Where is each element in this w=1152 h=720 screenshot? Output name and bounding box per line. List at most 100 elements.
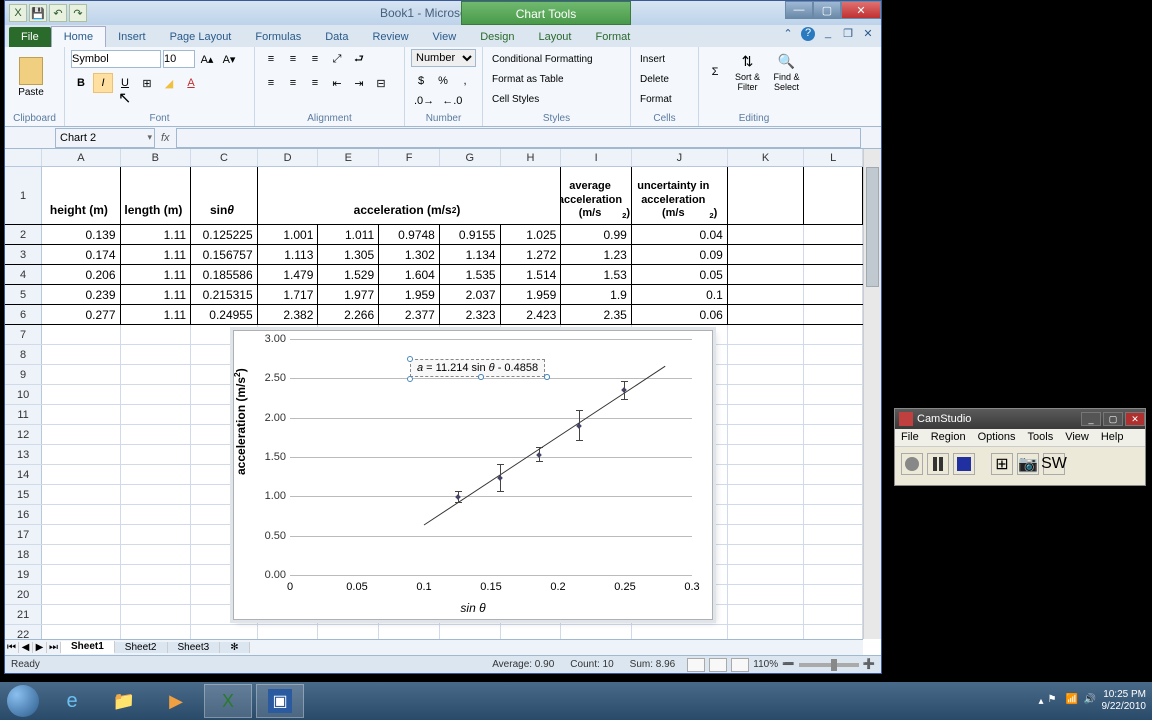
autosum-icon[interactable]: Σ [705,62,725,82]
taskbar-ie-icon[interactable]: e [48,684,96,718]
empty-cell[interactable] [804,325,863,344]
chart-trendline-label[interactable]: a = 11.214 sin θ - 0.4858 [410,359,545,377]
cs-menu-file[interactable]: File [895,429,925,446]
shrink-font-icon[interactable]: A▾ [219,49,239,69]
col-header[interactable]: E [318,149,379,166]
decrease-decimal-icon[interactable]: ←.0 [439,91,465,111]
data-cell[interactable]: 0.04 [632,225,728,244]
col-header[interactable]: F [379,149,440,166]
font-name-select[interactable] [71,50,161,68]
data-cell[interactable]: 1.113 [258,245,319,264]
row-header[interactable]: 22 [5,625,42,639]
data-cell[interactable]: 1.302 [379,245,440,264]
empty-cell[interactable] [42,405,120,424]
empty-cell[interactable] [728,565,804,584]
border-button[interactable]: ⊞ [137,73,157,93]
data-cell[interactable]: 1.959 [501,285,562,304]
zoom-in-icon[interactable]: ➕ [863,659,875,670]
empty-cell[interactable] [42,445,120,464]
align-middle-icon[interactable]: ≡ [283,49,303,69]
empty-cell[interactable] [728,385,804,404]
sheet-tab[interactable]: Sheet1 [61,641,115,654]
data-cell[interactable]: 0.156757 [191,245,258,264]
percent-icon[interactable]: % [433,71,453,91]
empty-cell[interactable] [42,605,120,624]
data-cell[interactable]: 1.134 [440,245,501,264]
empty-cell[interactable] [804,525,863,544]
select-all-corner[interactable] [5,149,42,166]
tab-view[interactable]: View [421,27,469,47]
undo-icon[interactable]: ↶ [49,4,67,22]
tab-insert[interactable]: Insert [106,27,158,47]
increase-decimal-icon[interactable]: .0→ [411,91,437,111]
number-format-select[interactable]: Number [411,49,476,67]
empty-cell[interactable] [121,425,192,444]
comma-icon[interactable]: , [455,71,475,91]
row-header[interactable]: 16 [5,505,42,524]
empty-cell[interactable] [121,545,192,564]
tray-icon[interactable]: ⚑ [1048,694,1062,708]
zoom-slider[interactable] [799,663,859,667]
increase-indent-icon[interactable]: ⇥ [349,73,369,93]
empty-cell[interactable] [804,385,863,404]
data-cell[interactable]: 0.9748 [379,225,440,244]
empty-cell[interactable] [804,605,863,624]
italic-button[interactable]: I [93,73,113,93]
grow-font-icon[interactable]: A▴ [197,49,217,69]
format-as-table-button[interactable]: Format as Table [489,69,624,89]
data-cell[interactable]: 1.11 [121,265,192,284]
empty-cell[interactable] [728,345,804,364]
tab-format[interactable]: Format [583,27,642,47]
empty-cell[interactable] [121,565,192,584]
empty-cell[interactable] [728,525,804,544]
view-page-layout-icon[interactable] [709,658,727,672]
row-header[interactable]: 10 [5,385,42,404]
row-header[interactable]: 9 [5,365,42,384]
data-cell[interactable]: 0.9155 [440,225,501,244]
col-header[interactable]: J [632,149,728,166]
header-cell[interactable]: uncertainty inacceleration(m/s2) [632,167,728,224]
row-header[interactable]: 17 [5,525,42,544]
align-left-icon[interactable]: ≡ [261,73,281,93]
empty-cell[interactable] [804,625,863,639]
bold-button[interactable]: B [71,73,91,93]
row-header[interactable]: 2 [5,225,42,244]
cs-menu-help[interactable]: Help [1095,429,1130,446]
sheet-tab[interactable]: Sheet3 [168,642,221,653]
empty-cell[interactable] [121,605,192,624]
cs-close-button[interactable]: ✕ [1125,412,1145,426]
col-header[interactable]: A [42,149,120,166]
data-cell[interactable]: 0.05 [632,265,728,284]
embedded-chart[interactable]: acceleration (m/s2) 0.000.501.001.502.00… [233,330,713,620]
data-cell[interactable]: 0.06 [632,305,728,324]
empty-cell[interactable] [804,565,863,584]
empty-cell[interactable] [728,585,804,604]
row-header[interactable]: 18 [5,545,42,564]
redo-icon[interactable]: ↷ [69,4,87,22]
empty-cell[interactable] [804,505,863,524]
underline-button[interactable]: U [115,73,135,93]
help-icon[interactable]: ? [801,27,815,41]
sheet-nav-first[interactable]: ⏮ [5,642,19,653]
empty-cell[interactable] [121,525,192,544]
row-header[interactable]: 21 [5,605,42,624]
cs-pause-button[interactable] [927,453,949,475]
col-header[interactable]: G [440,149,501,166]
row-header[interactable]: 20 [5,585,42,604]
cs-tool-button[interactable]: ⊞ [991,453,1013,475]
view-normal-icon[interactable] [687,658,705,672]
save-icon[interactable]: 💾 [29,4,47,22]
paste-button[interactable]: Paste [11,49,51,105]
data-cell[interactable]: 1.11 [121,285,192,304]
cs-maximize-button[interactable]: ▢ [1103,412,1123,426]
empty-cell[interactable] [379,625,440,639]
conditional-formatting-button[interactable]: Conditional Formatting [489,49,624,69]
empty-cell[interactable] [728,425,804,444]
name-box[interactable]: Chart 2 [55,128,155,148]
data-cell[interactable]: 2.266 [318,305,379,324]
col-header[interactable]: L [804,149,863,166]
sheet-nav-last[interactable]: ⏭ [47,642,61,653]
row-header[interactable]: 14 [5,465,42,484]
empty-cell[interactable] [728,445,804,464]
data-cell[interactable]: 1.11 [121,305,192,324]
